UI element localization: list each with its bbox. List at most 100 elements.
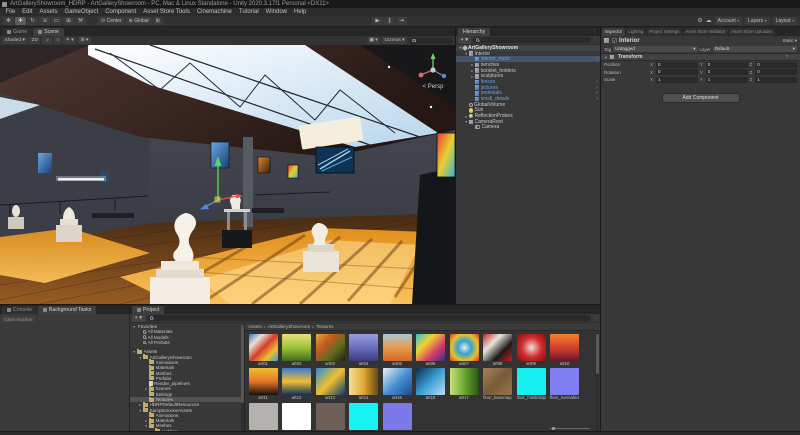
- rotation-x-field[interactable]: 0: [656, 69, 698, 75]
- prefab-open-arrow[interactable]: ›: [596, 96, 598, 102]
- hand-tool[interactable]: ✥: [3, 17, 14, 25]
- account-dropdown[interactable]: Account ▾: [715, 17, 742, 25]
- component-menu-icons[interactable]: ? ⋮: [786, 54, 797, 60]
- tag-dropdown[interactable]: Untagged▾: [613, 46, 697, 52]
- project-search-input[interactable]: [147, 315, 591, 321]
- expander-icon[interactable]: ▾: [138, 355, 143, 360]
- asset-art04[interactable]: art04: [349, 334, 380, 367]
- hierarchy-item-camera[interactable]: Camera: [456, 125, 600, 131]
- asset-art08[interactable]: art08: [483, 334, 514, 367]
- asset-art10[interactable]: art10: [550, 334, 581, 367]
- breadcrumb-assets[interactable]: Assets: [248, 324, 262, 329]
- rect-tool[interactable]: ▭: [51, 17, 62, 25]
- asset-swatch-3[interactable]: [316, 403, 347, 430]
- project-folder-all-prefabs[interactable]: All Prefabs: [130, 340, 244, 345]
- breadcrumb-textures[interactable]: Textures: [316, 324, 333, 329]
- active-checkbox[interactable]: ✓: [612, 38, 617, 43]
- static-dropdown[interactable]: Static ▾: [782, 38, 797, 44]
- menu-tutorial[interactable]: Tutorial: [235, 9, 262, 15]
- scene-viewport[interactable]: < Persp: [0, 45, 455, 304]
- menu-window[interactable]: Window: [262, 9, 290, 15]
- persp-label[interactable]: < Persp: [423, 84, 445, 90]
- pause-button[interactable]: ∥: [384, 17, 395, 25]
- tab-asset-store-uploader[interactable]: Asset Store Uploader: [729, 28, 775, 36]
- tab-console[interactable]: Console: [2, 306, 37, 314]
- asset-art12[interactable]: art12: [282, 368, 313, 401]
- expander-icon[interactable]: ▾: [144, 423, 149, 428]
- asset-swatch-1[interactable]: [249, 403, 280, 430]
- scale-z-field[interactable]: 1: [755, 77, 797, 83]
- scale-tool[interactable]: ⇲: [39, 17, 50, 25]
- asset-art05[interactable]: art05: [383, 334, 414, 367]
- hierarchy-panel-menu[interactable]: ⋮: [592, 29, 598, 35]
- asset-art02[interactable]: art02: [282, 334, 313, 367]
- services-icon[interactable]: ⚙: [697, 17, 702, 25]
- tab-project-settings[interactable]: Project Settings: [647, 28, 682, 36]
- thumbnail-size-slider[interactable]: [550, 427, 590, 430]
- pivot-toggle-button[interactable]: ⊙ Center: [98, 17, 125, 25]
- menu-cinemachine[interactable]: Cinemachine: [193, 9, 235, 15]
- tree-scrollbar[interactable]: [241, 325, 244, 432]
- asset-swatch-5[interactable]: [383, 403, 414, 430]
- object-name[interactable]: Interior: [619, 38, 640, 44]
- hierarchy-options-menu[interactable]: ⋮: [593, 37, 598, 43]
- project-create-button[interactable]: + ▾: [132, 315, 145, 322]
- grid-snapping-button[interactable]: ⊞: [153, 17, 163, 25]
- position-y-field[interactable]: 0: [706, 62, 748, 68]
- tab-game[interactable]: Game: [2, 28, 32, 36]
- asset-floor-maskmap[interactable]: floor_maskmap: [517, 368, 548, 401]
- tab-lighting[interactable]: Lighting: [626, 28, 646, 36]
- cloud-collab-icon[interactable]: ☁: [706, 17, 712, 25]
- menu-edit[interactable]: Edit: [19, 9, 36, 15]
- asset-art06[interactable]: art06: [416, 334, 447, 367]
- expander-icon[interactable]: ▾: [132, 349, 137, 354]
- tab-project[interactable]: Project: [132, 306, 164, 314]
- asset-art13[interactable]: art13: [316, 368, 347, 401]
- menu-help[interactable]: Help: [291, 9, 310, 15]
- scene-fx-dropdown[interactable]: ✶ ▾: [63, 37, 76, 44]
- step-button[interactable]: ⇥: [396, 17, 407, 25]
- position-x-field[interactable]: 0: [656, 62, 698, 68]
- painting[interactable]: [258, 157, 270, 173]
- asset-art11[interactable]: art11: [249, 368, 280, 401]
- draw-mode-dropdown[interactable]: Shaded ▾: [2, 37, 27, 44]
- layers-dropdown[interactable]: Layers ▾: [745, 17, 769, 25]
- tab-inspector[interactable]: Inspector: [602, 28, 625, 36]
- scene-camera-dropdown[interactable]: ▣ ▾: [367, 37, 380, 44]
- scale-y-field[interactable]: 1: [706, 77, 748, 83]
- transform-component-header[interactable]: ▼ Transform ? ⋮: [601, 53, 800, 61]
- painting-blue-streaks[interactable]: [316, 147, 354, 173]
- layer-dropdown[interactable]: Default▾: [713, 46, 797, 52]
- menu-component[interactable]: Component: [102, 9, 140, 15]
- gizmos-dropdown[interactable]: Gizmos ▾: [382, 37, 407, 44]
- menu-assets[interactable]: Assets: [36, 9, 61, 15]
- custom-tool[interactable]: ⚒: [75, 17, 86, 25]
- 2d-toggle[interactable]: 2D: [29, 37, 40, 44]
- asset-art03[interactable]: art03: [316, 334, 347, 367]
- painting[interactable]: [437, 133, 455, 177]
- asset-art07[interactable]: art07: [450, 334, 481, 367]
- prefab-open-arrow[interactable]: ›: [596, 56, 598, 62]
- painting[interactable]: [38, 153, 52, 173]
- project-options-menu[interactable]: ⋮: [593, 315, 598, 321]
- tab-scene[interactable]: Scene: [33, 28, 64, 36]
- asset-art14[interactable]: art14: [349, 368, 380, 401]
- hierarchy-search-input[interactable]: [473, 37, 591, 43]
- asset-swatch-4[interactable]: [349, 403, 380, 430]
- hierarchy-create-button[interactable]: + ▾: [458, 37, 471, 44]
- expander-icon[interactable]: ▾: [138, 408, 143, 413]
- scene-lighting-toggle[interactable]: ☼: [42, 37, 51, 44]
- asset-art09[interactable]: art09: [517, 334, 548, 367]
- tab-asset-store-validator[interactable]: Asset Store Validator: [683, 28, 728, 36]
- rotation-y-field[interactable]: 0: [706, 69, 748, 75]
- asset-floor-basemap[interactable]: floor_basemap: [483, 368, 514, 401]
- expander-icon[interactable]: ▸: [464, 114, 469, 119]
- move-tool[interactable]: ✛: [15, 17, 26, 25]
- clear-inactive-button[interactable]: Clear Inactive: [2, 316, 35, 322]
- rotation-z-field[interactable]: 0: [755, 69, 797, 75]
- menu-asset-store-tools[interactable]: Asset Store Tools: [140, 9, 194, 15]
- add-component-button[interactable]: Add Component: [662, 93, 740, 103]
- tab-background-tasks[interactable]: Background Tasks: [38, 306, 96, 314]
- menu-gameobject[interactable]: GameObject: [61, 9, 102, 15]
- rotate-tool[interactable]: ↻: [27, 17, 38, 25]
